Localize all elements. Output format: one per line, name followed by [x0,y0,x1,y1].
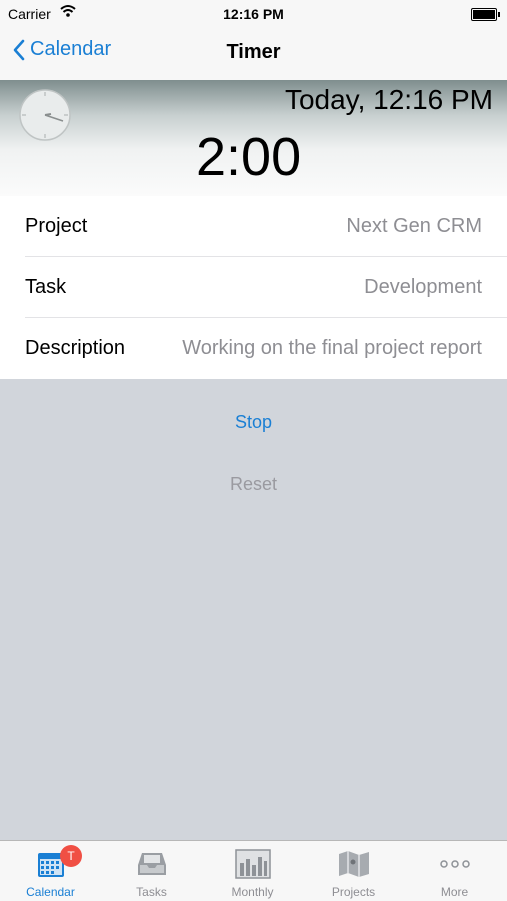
task-row[interactable]: Task Development [0,257,507,318]
current-date-time: Today, 12:16 PM [284,84,493,115]
page-title: Timer [226,41,281,63]
tab-label: Projects [331,885,376,899]
battery-icon [471,8,500,21]
tab-tasks[interactable]: Tasks [101,841,202,901]
calendar-icon [0,849,101,879]
description-row[interactable]: Description Working on the final project… [0,318,507,379]
project-value: Next Gen CRM [346,215,482,237]
elapsed-time: 2:00 [196,127,302,187]
reset-button[interactable]: Reset [0,474,507,495]
map-icon [303,849,404,879]
status-time: 12:16 PM [223,6,284,22]
tab-more[interactable]: More [404,841,505,901]
notification-badge: T [60,845,82,867]
description-label: Description [25,337,126,359]
project-row[interactable]: Project Next Gen CRM [0,196,507,257]
navigation-bar: Calendar Timer [0,28,507,80]
status-bar: Carrier 12:16 PM [0,0,507,28]
tab-label: More [440,885,469,899]
tab-monthly[interactable]: Monthly [202,841,303,901]
stop-button[interactable]: Stop [0,412,507,433]
bar-chart-icon [202,849,303,879]
tab-calendar[interactable]: T Calendar [0,841,101,901]
more-dots-icon [404,849,505,879]
tab-bar: T Calendar Tasks Monthly Projects More [0,840,507,901]
task-label: Task [25,276,67,298]
project-label: Project [25,215,88,237]
tab-label: Monthly [231,885,274,899]
tab-projects[interactable]: Projects [303,841,404,901]
timer-details-list: Project Next Gen CRM Task Development De… [0,196,507,379]
task-value: Development [364,276,482,298]
tab-label: Calendar [26,885,75,899]
inbox-tray-icon [101,849,202,879]
timer-header: Today, 12:16 PM 2:00 [0,80,507,197]
clock-icon [18,88,72,147]
tab-label: Tasks [136,885,167,899]
description-value: Working on the final project report [182,337,482,359]
